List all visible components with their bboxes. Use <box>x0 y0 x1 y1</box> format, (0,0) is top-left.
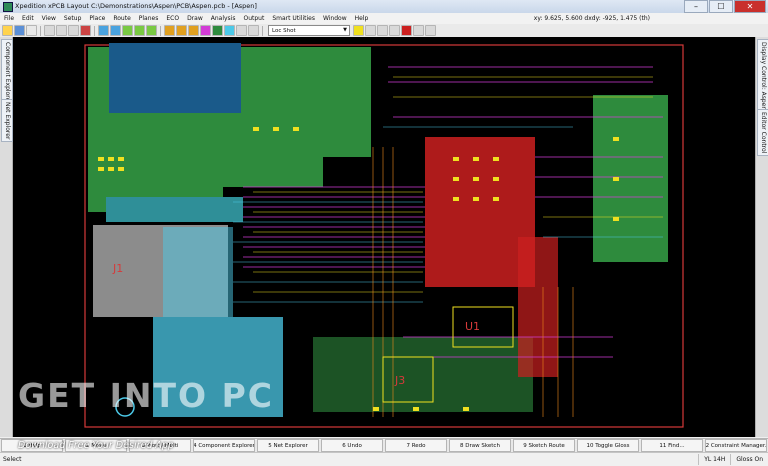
trace-icon[interactable] <box>200 25 211 36</box>
zoom-in-icon[interactable] <box>122 25 133 36</box>
fkey-4[interactable]: 4 Component Explorer <box>193 439 255 452</box>
close-button[interactable]: ✕ <box>734 0 766 13</box>
menu-place[interactable]: Place <box>85 15 109 22</box>
report-icon[interactable] <box>413 25 424 36</box>
zoom-out-icon[interactable] <box>134 25 145 36</box>
refdes-label-u1: U1 <box>465 320 480 333</box>
delete-icon[interactable] <box>80 25 91 36</box>
toolbar-separator <box>160 25 161 36</box>
minimize-button[interactable]: – <box>684 0 708 13</box>
coordinate-readout: xy: 9.625, 5.600 dxdy: -925, 1.475 (th) <box>533 15 650 22</box>
watermark-logo: GET INTO PC <box>18 376 274 415</box>
route-icon[interactable] <box>176 25 187 36</box>
fkey-7[interactable]: 7 Redo <box>385 439 447 452</box>
measure-icon[interactable] <box>248 25 259 36</box>
fkey-10[interactable]: 10 Toggle Gloss <box>577 439 639 452</box>
maximize-button[interactable]: ☐ <box>709 0 733 13</box>
plane-icon[interactable] <box>188 25 199 36</box>
undo-icon[interactable] <box>98 25 109 36</box>
menu-route[interactable]: Route <box>109 15 134 22</box>
refdes-label-j3: J3 <box>394 374 405 387</box>
menu-planes[interactable]: Planes <box>135 15 163 22</box>
status-mode: Select <box>3 456 22 463</box>
display-control-tab-label: Display Control: Aspen <box>760 42 767 111</box>
app-icon <box>3 2 13 12</box>
chevron-down-icon: ▼ <box>343 27 347 33</box>
display-control-tab[interactable]: Display Control: Aspen <box>757 39 768 114</box>
menu-smart-utilities[interactable]: Smart Utilities <box>268 15 319 22</box>
editor-control-tab[interactable]: Editor Control <box>757 109 768 157</box>
highlight-icon[interactable] <box>353 25 364 36</box>
drc-icon[interactable] <box>401 25 412 36</box>
menu-help[interactable]: Help <box>351 15 373 22</box>
status-bar: Select YL 14H Gloss On <box>0 452 768 466</box>
toolbar-separator <box>40 25 41 36</box>
select-icon[interactable] <box>377 25 388 36</box>
copy-icon[interactable] <box>56 25 67 36</box>
menu-window[interactable]: Window <box>319 15 351 22</box>
via-icon[interactable] <box>212 25 223 36</box>
place-icon[interactable] <box>164 25 175 36</box>
fkey-6[interactable]: 6 Undo <box>321 439 383 452</box>
net-explorer-tab[interactable]: Net Explorer <box>1 99 13 143</box>
signal-plane-a <box>106 197 243 222</box>
fkey-8[interactable]: 8 Draw Sketch <box>449 439 511 452</box>
right-side-panel: Display Control: Aspen Editor Control <box>755 37 768 437</box>
filter-icon[interactable] <box>365 25 376 36</box>
fkey-11[interactable]: 11 Find... <box>641 439 703 452</box>
window-controls: – ☐ ✕ <box>684 0 766 13</box>
help-icon[interactable] <box>425 25 436 36</box>
menu-analysis[interactable]: Analysis <box>207 15 240 22</box>
status-gloss: Gloss On <box>730 454 768 465</box>
component-explorer-tab[interactable]: Component Explorer <box>1 39 13 107</box>
bga-fanout <box>518 237 558 377</box>
paste-icon[interactable] <box>68 25 79 36</box>
power-plane-bottom <box>313 337 533 412</box>
connector-pads <box>163 227 233 317</box>
properties-icon[interactable] <box>389 25 400 36</box>
toolbar: Loc Shot ▼ <box>0 24 768 38</box>
save-icon[interactable] <box>14 25 25 36</box>
window-title: Xpedition xPCB Layout C:\Demonstrations\… <box>15 2 257 10</box>
cut-icon[interactable] <box>44 25 55 36</box>
menu-eco[interactable]: ECO <box>162 15 183 22</box>
menu-output[interactable]: Output <box>239 15 268 22</box>
fkey-5[interactable]: 5 Net Explorer <box>257 439 319 452</box>
layer-icon[interactable] <box>224 25 235 36</box>
toolbar-separator <box>262 25 263 36</box>
title-bar: Xpedition xPCB Layout C:\Demonstrations\… <box>0 0 768 14</box>
toolbar-separator <box>94 25 95 36</box>
menu-draw[interactable]: Draw <box>183 15 207 22</box>
component-explorer-tab-label: Component Explorer <box>4 42 11 104</box>
redo-icon[interactable] <box>110 25 121 36</box>
scheme-select-value: Loc Shot <box>272 27 296 34</box>
print-icon[interactable] <box>26 25 37 36</box>
zoom-fit-icon[interactable] <box>146 25 157 36</box>
fkey-12[interactable]: 12 Constraint Manager... <box>705 439 767 452</box>
menu-setup[interactable]: Setup <box>60 15 85 22</box>
scheme-select[interactable]: Loc Shot ▼ <box>268 25 350 36</box>
upper-component-block <box>109 43 241 113</box>
left-side-panel: Component Explorer Net Explorer <box>0 37 13 437</box>
editor-control-tab-label: Editor Control <box>760 112 767 154</box>
open-icon[interactable] <box>2 25 13 36</box>
status-layer: YL 14H <box>698 454 730 465</box>
fkey-9[interactable]: 9 Sketch Route <box>513 439 575 452</box>
menu-edit[interactable]: Edit <box>18 15 38 22</box>
grid-icon[interactable] <box>236 25 247 36</box>
watermark-tagline: Download Free Your Desired App <box>18 440 174 451</box>
menu-view[interactable]: View <box>38 15 60 22</box>
refdes-label-j1: J1 <box>112 262 123 275</box>
net-explorer-tab-label: Net Explorer <box>4 102 11 140</box>
menu-file[interactable]: File <box>0 15 18 22</box>
